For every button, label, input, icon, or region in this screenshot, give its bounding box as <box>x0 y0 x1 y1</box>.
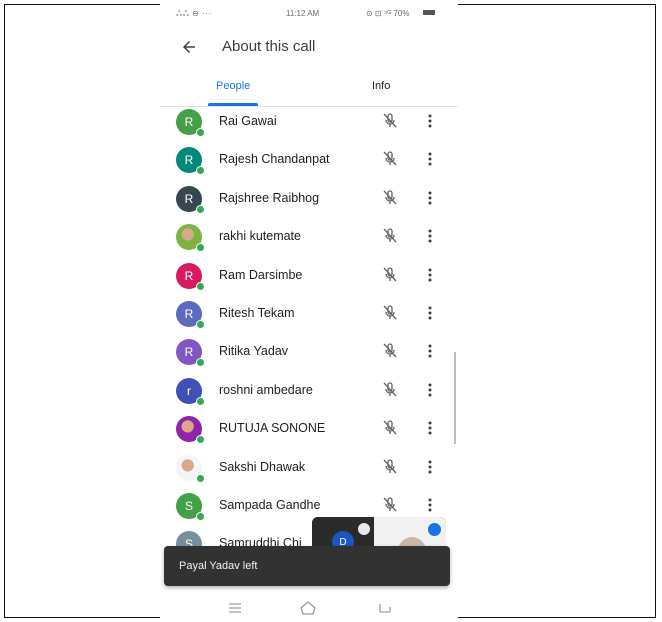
status-time: 11:12 AM <box>286 9 320 18</box>
arrow-back-icon[interactable] <box>180 38 198 56</box>
mic-off-icon <box>383 151 397 166</box>
online-status-icon <box>196 512 205 521</box>
online-status-icon <box>196 473 205 483</box>
participant-name: Sampada Gandhe <box>219 498 321 512</box>
system-nav-bar <box>160 596 458 622</box>
participant-row[interactable]: Sakshi Dhawak <box>160 446 458 484</box>
online-status-icon <box>196 396 205 406</box>
status-right-icons: ⊙ ⊡ ⁴ᴳ 70% <box>366 9 410 18</box>
scrollbar[interactable] <box>454 352 456 444</box>
tab-info[interactable]: Info <box>372 80 390 92</box>
online-status-icon <box>196 320 205 329</box>
mic-off-icon <box>383 228 397 243</box>
more-options-icon[interactable] <box>422 150 438 168</box>
more-options-icon[interactable] <box>422 266 438 284</box>
snackbar: Payal Yadav left <box>164 546 450 586</box>
speaking-icon <box>428 523 441 536</box>
participant-name: Ram Darsimbe <box>219 267 303 282</box>
more-options-icon[interactable] <box>422 304 438 322</box>
mic-off-icon <box>383 190 397 205</box>
phone-screen: ஃஃ ⊖ ··· 11:12 AM ⊙ ⊡ ⁴ᴳ 70% About this … <box>160 0 458 622</box>
participant-name: rakhi kutemate <box>219 229 301 244</box>
tab-people[interactable]: People <box>216 80 250 92</box>
more-options-icon[interactable] <box>422 381 438 399</box>
online-status-icon <box>196 128 205 137</box>
more-options-icon[interactable] <box>422 227 438 245</box>
participant-name: Ritika Yadav <box>219 344 289 359</box>
online-status-icon <box>196 435 205 445</box>
participant-name: Rai Gawai <box>219 114 277 128</box>
participant-list: R Rai Gawai R Rajesh Chandanpat R Rajshree Ra… <box>160 100 458 580</box>
home-icon[interactable] <box>299 600 317 616</box>
status-bar: ஃஃ ⊖ ··· 11:12 AM ⊙ ⊡ ⁴ᴳ 70% <box>160 6 458 22</box>
participant-row[interactable]: RUTUJA SONONE <box>160 407 458 445</box>
status-left-icons: ஃஃ ⊖ ··· <box>176 9 212 18</box>
participant-row[interactable]: R Ritesh Tekam <box>160 292 458 330</box>
more-options-icon[interactable] <box>422 419 438 437</box>
online-status-icon <box>196 281 205 291</box>
participant-row[interactable]: R Rajshree Raibhog <box>160 177 458 215</box>
back-nav-icon[interactable] <box>376 600 394 616</box>
online-status-icon <box>196 358 205 368</box>
participant-name: RUTUJA SONONE <box>219 421 326 436</box>
mic-off-icon <box>383 458 397 474</box>
more-options-icon[interactable] <box>422 342 438 360</box>
battery-icon <box>423 10 435 15</box>
snackbar-text: Payal Yadav left <box>179 560 258 572</box>
mic-off-icon <box>358 523 370 535</box>
mic-off-icon <box>383 497 397 512</box>
participant-row[interactable]: R Rai Gawai <box>160 100 458 138</box>
more-options-icon[interactable] <box>422 458 438 476</box>
menu-icon[interactable] <box>226 600 244 616</box>
mic-off-icon <box>383 420 397 435</box>
mic-off-icon <box>383 343 397 358</box>
participant-name: Rajshree Raibhog <box>219 190 320 205</box>
participant-name: Rajesh Chandanpat <box>219 152 330 167</box>
more-options-icon[interactable] <box>422 189 438 207</box>
participant-row[interactable]: R Ram Darsimbe <box>160 254 458 292</box>
mic-off-icon <box>383 266 397 282</box>
mic-off-icon <box>383 113 397 128</box>
more-options-icon[interactable] <box>422 496 438 514</box>
online-status-icon <box>196 243 205 253</box>
participant-name: roshni ambedare <box>219 382 313 397</box>
participant-row[interactable]: r roshni ambedare <box>160 369 458 407</box>
mic-off-icon <box>383 305 397 320</box>
participant-row[interactable]: rakhi kutemate <box>160 215 458 253</box>
participant-name: Ritesh Tekam <box>219 306 295 320</box>
participant-row[interactable]: R Rajesh Chandanpat <box>160 138 458 176</box>
app-bar: About this call <box>160 30 458 66</box>
mic-off-icon <box>383 382 397 397</box>
more-options-icon[interactable] <box>422 112 438 130</box>
participant-name: Sakshi Dhawak <box>219 459 306 474</box>
page-title: About this call <box>222 38 316 55</box>
online-status-icon <box>196 166 205 176</box>
online-status-icon <box>196 204 205 214</box>
participant-row[interactable]: R Ritika Yadav <box>160 330 458 368</box>
